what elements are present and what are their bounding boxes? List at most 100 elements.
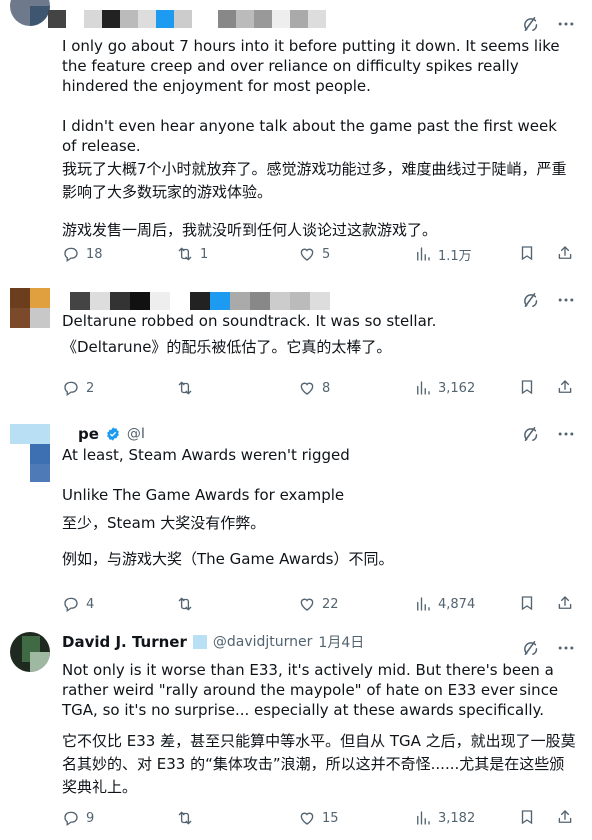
avatar[interactable] [10, 632, 50, 672]
like-button[interactable]: 8 [298, 378, 330, 398]
like-count: 22 [322, 596, 339, 612]
tweet-zh: 《Deltarune》的配乐被低估了。它真的太棒了。 [62, 338, 392, 356]
tweet-text: Deltarune robbed on soundtrack. It was s… [62, 311, 576, 377]
tweet-text: Not only is it worse than E33, it's acti… [62, 660, 576, 819]
grok-icon[interactable] [520, 290, 540, 310]
tweet-date[interactable]: 1月4日 [318, 632, 364, 652]
like-icon [298, 379, 316, 397]
more-icon[interactable] [556, 14, 576, 34]
retweet-button[interactable] [176, 594, 200, 614]
retweet-icon [176, 379, 194, 397]
like-count: 5 [322, 246, 331, 262]
retweet-button[interactable]: 1 [176, 244, 208, 264]
more-icon[interactable] [556, 290, 576, 310]
reply-icon [62, 245, 80, 263]
retweet-count: 1 [200, 246, 209, 262]
grok-icon[interactable] [520, 14, 540, 34]
tweet-en: Deltarune robbed on soundtrack. It was s… [62, 312, 437, 330]
views-count: 3,182 [438, 810, 476, 826]
like-icon [298, 245, 316, 263]
reply-button[interactable]: 4 [62, 594, 94, 614]
tweet-zh: 我玩了大概7个小时就放弃了。感觉游戏功能过多，难度曲线过于陡峭，严重影响了大多数… [62, 160, 567, 201]
reply-count: 4 [86, 596, 95, 612]
header-redacted [62, 292, 330, 310]
display-name[interactable]: David J. Turner [62, 633, 187, 651]
tweet-en: I only go about 7 hours into it before p… [62, 37, 560, 95]
views-count: 3,162 [438, 380, 476, 396]
tweet-corner [520, 290, 576, 310]
like-button[interactable]: 22 [298, 594, 339, 614]
tweet-en: I didn't even hear anyone talk about the… [62, 117, 557, 155]
like-icon [298, 595, 316, 613]
tweet-corner [520, 424, 576, 444]
tweet-3[interactable]: pe @I At least, Steam Awards weren't rig… [0, 412, 592, 623]
share-icon[interactable] [556, 244, 574, 262]
like-icon [298, 809, 316, 827]
retweet-icon [176, 245, 194, 263]
display-name[interactable]: pe [78, 425, 99, 443]
reply-count: 9 [86, 810, 95, 826]
views-button[interactable]: 4,874 [414, 594, 475, 614]
tweet-header: pe @I [78, 424, 145, 444]
reply-icon [62, 595, 80, 613]
tweet-zh: 例如，与游戏大奖（The Game Awards）不同。 [62, 550, 394, 568]
reply-button[interactable]: 2 [62, 378, 94, 398]
like-count: 8 [322, 380, 331, 396]
user-handle[interactable]: @I [127, 426, 145, 442]
reply-icon [62, 809, 80, 827]
action-bar: 18 1 5 1.1万 [62, 244, 582, 264]
views-icon [414, 595, 432, 613]
verified-icon [105, 426, 121, 442]
tweet-zh: 至少，Steam 大奖没有作弊。 [62, 514, 266, 532]
avatar[interactable] [10, 0, 50, 26]
tweet-en: At least, Steam Awards weren't rigged [62, 446, 350, 464]
avatar[interactable] [10, 288, 50, 328]
reply-button[interactable]: 18 [62, 244, 103, 264]
views-button[interactable]: 1.1万 [414, 244, 472, 264]
more-icon[interactable] [556, 638, 576, 658]
grok-icon[interactable] [520, 638, 540, 658]
share-icon[interactable] [556, 808, 574, 826]
user-handle[interactable]: @davidjturner [213, 634, 313, 650]
header-redacted [48, 10, 326, 28]
reply-count: 2 [86, 380, 95, 396]
grok-icon[interactable] [520, 424, 540, 444]
reply-count: 18 [86, 246, 103, 262]
bookmark-icon[interactable] [518, 808, 536, 826]
retweet-button[interactable] [176, 378, 200, 398]
retweet-button[interactable] [176, 808, 200, 828]
views-button[interactable]: 3,162 [414, 378, 475, 398]
tweet-en: Unlike The Game Awards for example [62, 486, 345, 504]
reply-button[interactable]: 9 [62, 808, 94, 828]
avatar[interactable] [10, 424, 50, 482]
like-button[interactable]: 15 [298, 808, 339, 828]
reply-icon [62, 379, 80, 397]
action-bar: 9 15 3,182 [62, 808, 582, 828]
action-bar: 2 8 3,162 [62, 378, 582, 398]
views-count: 4,874 [438, 596, 476, 612]
like-button[interactable]: 5 [298, 244, 330, 264]
share-icon[interactable] [556, 378, 574, 396]
views-button[interactable]: 3,182 [414, 808, 475, 828]
tweet-header: David J. Turner @davidjturner 1月4日 [62, 632, 364, 652]
bookmark-icon[interactable] [518, 594, 536, 612]
tweet-1[interactable]: I only go about 7 hours into it before p… [0, 0, 592, 277]
tweet-en: Not only is it worse than E33, it's acti… [62, 661, 559, 719]
bookmark-icon[interactable] [518, 378, 536, 396]
action-bar: 4 22 4,874 [62, 594, 582, 614]
share-icon[interactable] [556, 594, 574, 612]
more-icon[interactable] [556, 424, 576, 444]
like-count: 15 [322, 810, 339, 826]
tweet-4[interactable]: David J. Turner @davidjturner 1月4日 Not o… [0, 622, 592, 840]
views-icon [414, 245, 432, 263]
tweet-corner [520, 14, 576, 34]
tweet-text: I only go about 7 hours into it before p… [62, 36, 576, 260]
redaction-block [192, 635, 207, 649]
tweet-text: At least, Steam Awards weren't rigged Un… [62, 445, 576, 589]
views-icon [414, 379, 432, 397]
retweet-icon [176, 809, 194, 827]
bookmark-icon[interactable] [518, 244, 536, 262]
views-icon [414, 809, 432, 827]
tweet-2[interactable]: Deltarune robbed on soundtrack. It was s… [0, 276, 592, 413]
retweet-icon [176, 595, 194, 613]
